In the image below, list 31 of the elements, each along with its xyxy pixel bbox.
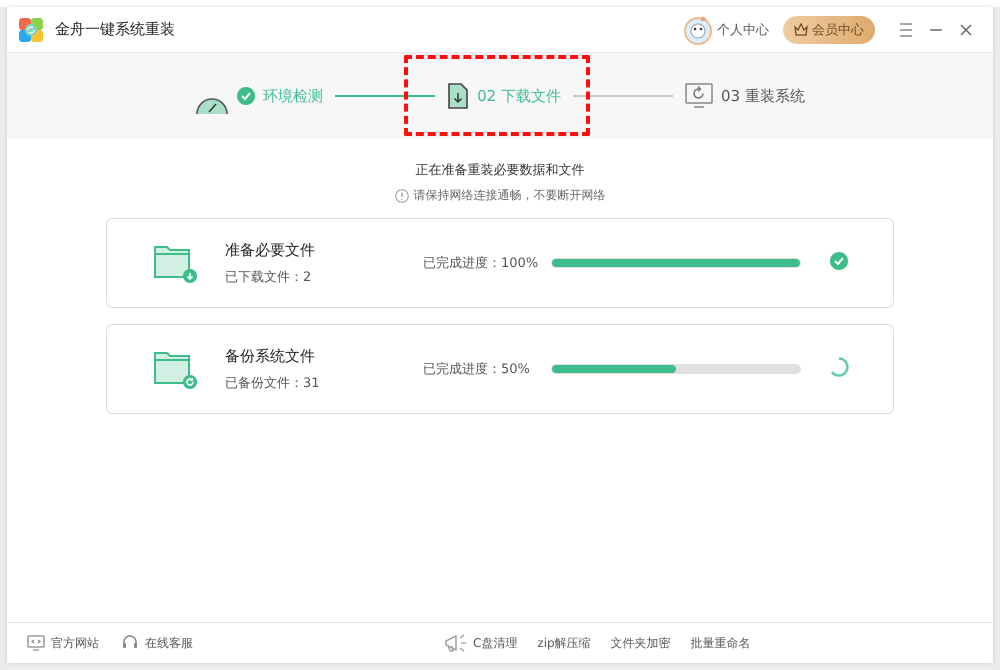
- step-label: 02 下载文件: [477, 86, 561, 106]
- step-label: 03 重装系统: [721, 86, 805, 106]
- monitor-refresh-icon: [685, 83, 713, 109]
- tool-link[interactable]: 文件夹加密: [610, 634, 671, 652]
- info-icon: [394, 188, 408, 202]
- task-detail: 已备份文件：31: [225, 374, 321, 392]
- step-label: 环境检测: [263, 86, 324, 106]
- megaphone-icon: [443, 632, 469, 654]
- tool-link[interactable]: 批量重命名: [690, 634, 751, 652]
- vip-button[interactable]: 会员中心: [783, 16, 875, 44]
- progress-label: 已完成进度：100%: [423, 255, 540, 272]
- tool-link[interactable]: zip解压缩: [537, 634, 591, 652]
- tool-link[interactable]: C盘清理: [473, 634, 518, 652]
- status-title: 正在准备重装必要数据和文件: [416, 162, 584, 179]
- file-download-icon: [447, 83, 470, 109]
- profile-link[interactable]: 个人中心: [717, 20, 769, 38]
- task-detail: 已下载文件：2: [225, 268, 312, 286]
- footer-link[interactable]: 在线客服: [121, 634, 193, 652]
- task-name: 备份系统文件: [225, 346, 316, 366]
- progress-label: 已完成进度：50%: [423, 361, 531, 378]
- avatar-icon[interactable]: [683, 14, 713, 44]
- loading-spinner-icon: [829, 357, 849, 377]
- notice-text: 请保持网络连接通畅，不要断开网络: [414, 187, 606, 204]
- monitor-icon: [27, 635, 45, 651]
- window-title: 金舟一键系统重装: [55, 20, 175, 39]
- check-circle-icon: [237, 87, 256, 105]
- app-logo: [19, 18, 43, 42]
- footer-link[interactable]: 官方网站: [27, 634, 99, 652]
- check-circle-icon: [829, 251, 849, 271]
- task-name: 准备必要文件: [225, 240, 316, 260]
- crown-icon: [794, 23, 808, 36]
